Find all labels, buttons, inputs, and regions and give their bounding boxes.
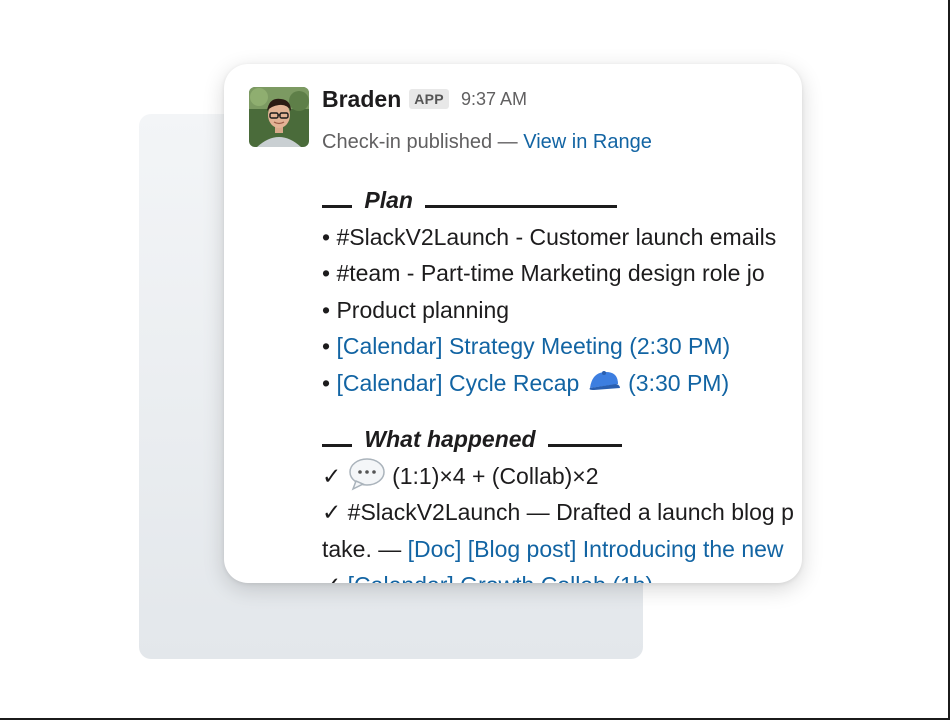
subline: Check-in published — View in Range [322, 131, 652, 154]
list-item: • [Calendar] Cycle Recap (3:30 PM) [322, 365, 794, 402]
calendar-link[interactable]: [Calendar] Cycle Recap (3:30 PM) [336, 370, 729, 396]
list-item: • Product planning [322, 292, 794, 329]
heading-rule [425, 205, 618, 208]
list-item-text: take. — [322, 535, 408, 562]
message-card: Braden APP 9:37 AM Check-in published — … [224, 64, 802, 583]
calendar-link-text: [Calendar] Cycle Recap [336, 369, 580, 396]
list-item-text: (1:1)×4 + (Collab)×2 [392, 462, 599, 489]
timestamp[interactable]: 9:37 AM [461, 89, 527, 110]
bullet: • [322, 223, 331, 250]
bullet: • [322, 296, 331, 323]
plan-title: Plan [364, 187, 413, 213]
list-item-text: #SlackV2Launch — Drafted a launch blog p [347, 499, 794, 525]
heading-rule [548, 444, 623, 447]
list-item: • #team - Part-time Marketing design rol… [322, 255, 794, 292]
bullet: • [322, 260, 331, 286]
check-mark: ✓ [322, 499, 342, 525]
sender-name[interactable]: Braden [322, 86, 401, 113]
cap-icon [589, 371, 620, 391]
app-badge: APP [409, 89, 449, 109]
list-item-text: #team - Part-time Marketing design role … [336, 260, 765, 286]
heading-rule [322, 205, 352, 208]
list-item-text: Product planning [336, 296, 510, 323]
list-item: ✓ #SlackV2Launch — Drafted a launch blog… [322, 494, 794, 531]
plan-heading: Plan [322, 182, 794, 219]
doc-link[interactable]: [Doc] [Blog post] Introducing the new [408, 536, 784, 562]
speech-bubble-icon [348, 458, 385, 491]
list-item: ✓ (1:1)×4 + (Collab)×2 [322, 458, 794, 495]
avatar[interactable] [249, 87, 309, 147]
what-happened-title: What happened [364, 426, 536, 452]
heading-rule [322, 444, 352, 447]
calendar-link[interactable]: [Calendar] Strategy Meeting (2:30 PM) [336, 333, 730, 359]
subline-text: Check-in published — [322, 131, 524, 153]
list-item: • #SlackV2Launch - Customer launch email… [322, 219, 794, 256]
bullet: • [322, 333, 331, 359]
list-item: ✓ [Calendar] Growth Collab (1h) [322, 567, 794, 583]
list-item-text: #SlackV2Launch - Customer launch emails [336, 223, 777, 250]
message-body: Plan • #SlackV2Launch - Customer launch … [322, 182, 794, 583]
check-mark: ✓ [322, 572, 341, 583]
calendar-link[interactable]: [Calendar] Growth Collab (1h) [348, 572, 654, 583]
calendar-link-time: (3:30 PM) [628, 369, 730, 396]
message-header: Braden APP 9:37 AM [322, 84, 527, 114]
bullet: • [322, 369, 331, 396]
check-mark: ✓ [322, 462, 342, 489]
what-happened-heading: What happened [322, 421, 794, 458]
list-item: • [Calendar] Strategy Meeting (2:30 PM) [322, 328, 794, 365]
view-in-range-link[interactable]: View in Range [523, 131, 652, 153]
avatar-photo-icon [249, 87, 309, 147]
list-item-continuation: take. — [Doc] [Blog post] Introducing th… [322, 531, 794, 568]
